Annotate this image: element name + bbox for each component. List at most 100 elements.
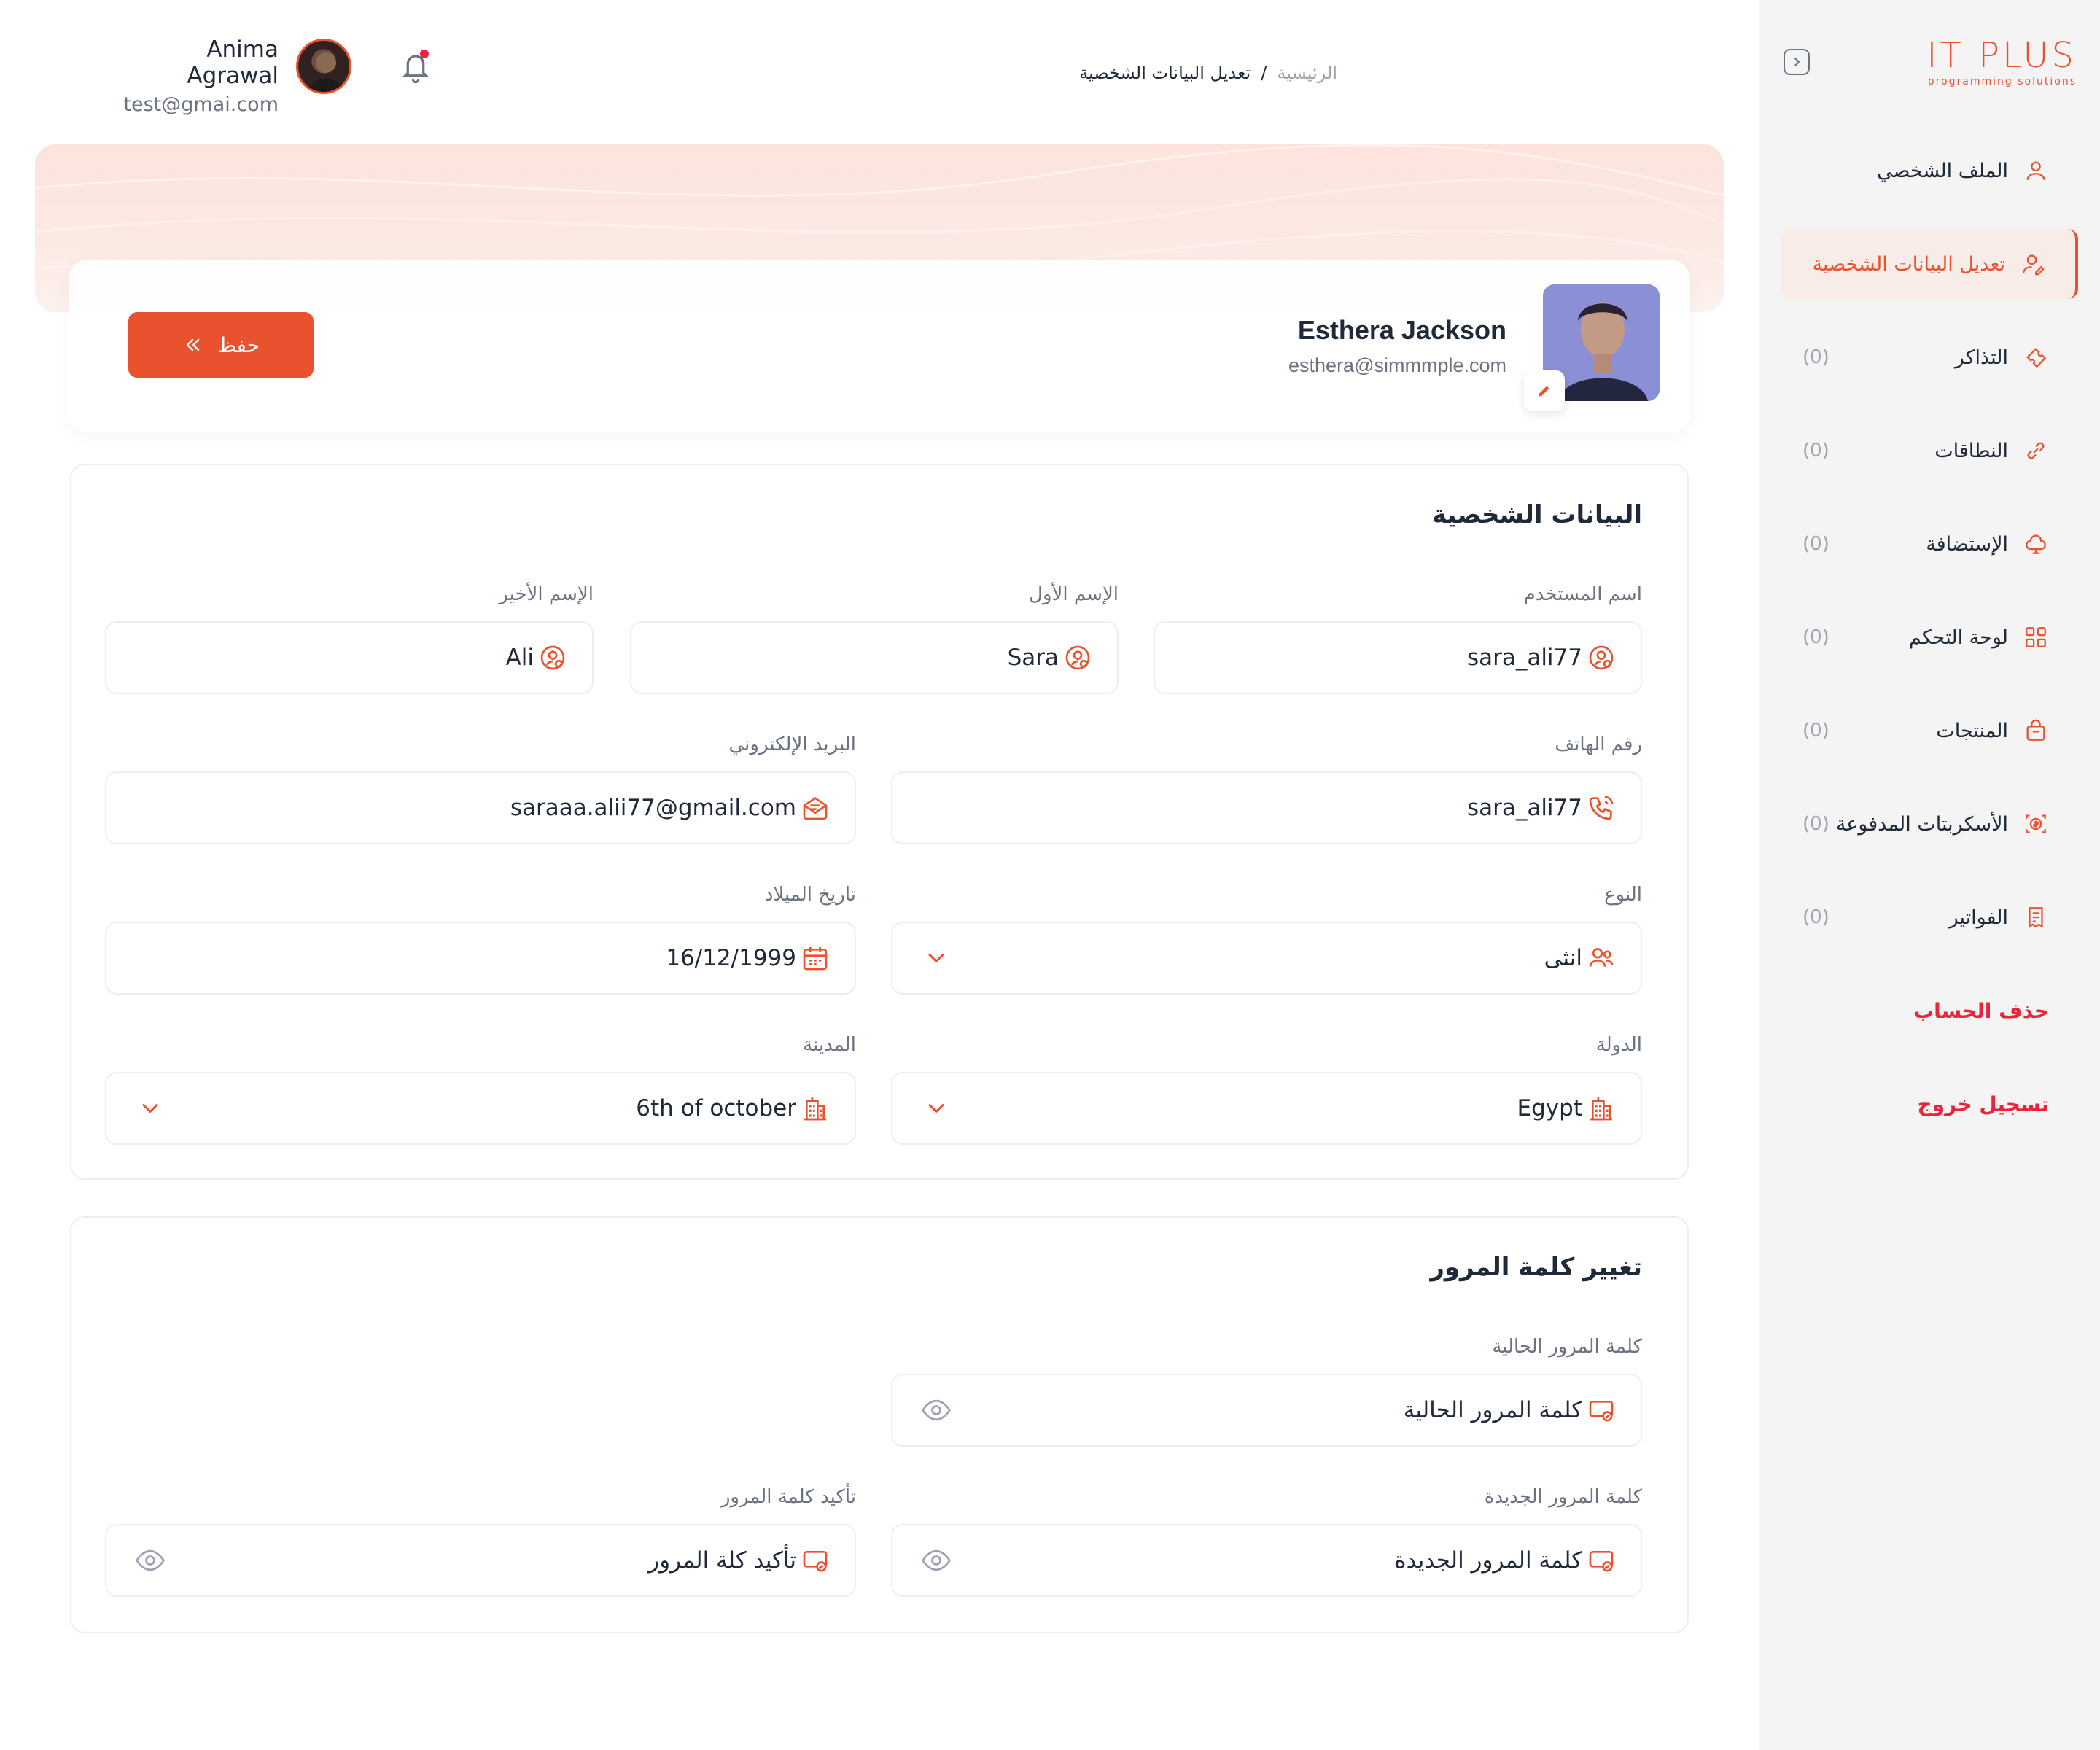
password-icon — [803, 1551, 828, 1572]
user-circle-icon — [540, 645, 565, 670]
chevron-down-icon — [928, 954, 944, 962]
brand-logo[interactable]: IT PLUS programming solutions — [1926, 36, 2077, 88]
username-field[interactable]: sara_ali77 — [1154, 621, 1642, 694]
dollar-scan-icon — [2023, 811, 2049, 837]
sidebar-item-profile[interactable]: الملف الشخصي — [1781, 136, 2078, 206]
brand-tagline: programming solutions — [1927, 76, 2077, 88]
sidebar-item-label: الملف الشخصي — [1877, 159, 2008, 182]
password-icon — [1589, 1401, 1614, 1422]
users-icon — [1589, 948, 1614, 967]
eye-icon[interactable] — [920, 1394, 952, 1426]
birthdate-field[interactable]: 16/12/1999 — [105, 922, 856, 995]
sidebar-item-count: (0) — [1802, 346, 1829, 368]
first-name-field[interactable]: Sara — [630, 621, 1119, 694]
user-icon — [2023, 158, 2049, 184]
chevron-down-icon — [928, 1104, 944, 1113]
avatar[interactable] — [296, 39, 351, 94]
ticket-icon — [2023, 344, 2049, 370]
grid-icon — [2023, 624, 2049, 650]
profile-email: esthera@simmmple.com — [1288, 354, 1506, 376]
change-password-section: تغيير كلمة المرور كلمة المرور الحالية كل… — [70, 1216, 1689, 1633]
confirm-password-input[interactable]: تأكيد كلة المرور — [105, 1524, 856, 1597]
country-select[interactable]: Egypt — [891, 1072, 1642, 1145]
change-password-title: تغيير كلمة المرور — [1430, 1253, 1642, 1282]
sidebar-item-paid-scripts[interactable]: (0) الأسكربتات المدفوعة — [1781, 789, 2078, 859]
last-name-value: Ali — [505, 645, 534, 671]
sidebar-item-label: الفواتير — [1948, 906, 2008, 929]
confirm-password-label: تأكيد كلمة المرور — [720, 1486, 856, 1508]
sidebar-item-label: لوحة التحكم — [1908, 626, 2008, 649]
last-name-field[interactable]: Ali — [105, 621, 594, 694]
building-icon — [804, 1097, 826, 1121]
user-email: test@gmai.com — [123, 93, 279, 116]
email-value: saraaa.alii77@gmail.com — [510, 795, 796, 821]
sidebar-item-label: النطاقات — [1934, 439, 2008, 462]
confirm-password-placeholder: تأكيد كلة المرور — [648, 1547, 796, 1574]
eye-icon[interactable] — [920, 1544, 952, 1576]
sidebar-item-products[interactable]: (0) المنتجات — [1781, 696, 2078, 766]
breadcrumb-separator: / — [1261, 63, 1267, 83]
city-value: 6th of october — [636, 1095, 796, 1121]
sidebar-item-count: (0) — [1802, 813, 1829, 835]
sidebar-item-tickets[interactable]: (0) التذاكر — [1781, 322, 2078, 392]
password-icon — [1589, 1551, 1614, 1572]
save-button-label: حفظ — [217, 332, 260, 357]
sidebar-item-hosting[interactable]: (0) الإستضافة — [1781, 509, 2078, 579]
sidebar-item-count: (0) — [1802, 720, 1829, 742]
sidebar-item-label: الإستضافة — [1926, 532, 2008, 556]
user-menu[interactable]: Anima Agrawal test@gmai.com — [117, 36, 279, 116]
pencil-icon — [1539, 386, 1549, 397]
edit-photo-button[interactable] — [1524, 370, 1565, 411]
current-password-label: كلمة المرور الحالية — [1492, 1336, 1642, 1358]
user-edit-icon — [2020, 251, 2046, 277]
user-name: Anima Agrawal — [187, 36, 279, 89]
user-circle-icon — [1065, 645, 1090, 670]
save-button[interactable]: حفظ — [128, 312, 314, 378]
delete-account-link[interactable]: حذف الحساب — [1781, 976, 2078, 1046]
first-name-value: Sara — [1007, 645, 1059, 671]
city-select[interactable]: 6th of october — [105, 1072, 856, 1145]
phone-value: sara_ali77 — [1466, 795, 1582, 821]
sidebar-item-label: المنتجات — [1936, 719, 2008, 742]
gender-select[interactable]: انثى — [891, 922, 1642, 995]
notification-dot — [420, 50, 429, 58]
sidebar-item-count: (0) — [1802, 906, 1829, 928]
current-password-input[interactable]: كلمة المرور الحالية — [891, 1374, 1642, 1447]
building-icon — [1590, 1097, 1612, 1121]
sidebar-item-label: تعديل البيانات الشخصية — [1812, 252, 2005, 276]
logout-link[interactable]: تسجيل خروج — [1781, 1069, 2078, 1139]
chevron-right-icon — [1794, 57, 1800, 67]
sidebar-item-label: التذاكر — [1954, 346, 2008, 369]
phone-field[interactable]: sara_ali77 — [891, 771, 1642, 844]
sidebar-item-domains[interactable]: (0) النطاقات — [1781, 416, 2078, 486]
new-password-input[interactable]: كلمة المرور الجديدة — [891, 1524, 1642, 1597]
sidebar-item-dashboard[interactable]: (0) لوحة التحكم — [1781, 602, 2078, 672]
phone-icon — [1589, 796, 1614, 820]
sidebar-item-invoices[interactable]: (0) الفواتير — [1781, 882, 2078, 952]
email-label: البريد الإلكتروني — [728, 734, 856, 755]
current-password-placeholder: كلمة المرور الحالية — [1403, 1397, 1582, 1423]
breadcrumb-home[interactable]: الرئيسية — [1277, 63, 1337, 83]
cloud-icon — [2023, 531, 2049, 557]
country-label: الدولة — [1595, 1034, 1642, 1056]
sidebar-item-edit-profile[interactable]: تعديل البيانات الشخصية — [1781, 229, 2078, 299]
new-password-label: كلمة المرور الجديدة — [1484, 1486, 1642, 1508]
gender-value: انثى — [1544, 945, 1582, 971]
receipt-icon — [2023, 904, 2049, 930]
birthdate-value: 16/12/1999 — [666, 945, 796, 971]
bag-icon — [2023, 718, 2049, 744]
username-label: اسم المستخدم — [1523, 583, 1642, 605]
collapse-sidebar-button[interactable] — [1784, 49, 1810, 75]
sidebar: IT PLUS programming solutions الملف الشخ… — [1759, 0, 2100, 1750]
chevron-down-icon — [142, 1104, 158, 1113]
mail-icon — [803, 797, 828, 820]
username-value: sara_ali77 — [1466, 645, 1582, 671]
double-chevron-left-icon — [186, 338, 200, 351]
birthdate-label: تاريخ الميلاد — [764, 884, 856, 906]
email-field[interactable]: saraaa.alii77@gmail.com — [105, 771, 856, 844]
breadcrumb-current: تعديل البيانات الشخصية — [1079, 63, 1251, 83]
country-value: Egypt — [1517, 1095, 1582, 1121]
link-icon — [2023, 438, 2049, 464]
eye-icon[interactable] — [134, 1544, 166, 1576]
new-password-placeholder: كلمة المرور الجديدة — [1394, 1547, 1582, 1574]
